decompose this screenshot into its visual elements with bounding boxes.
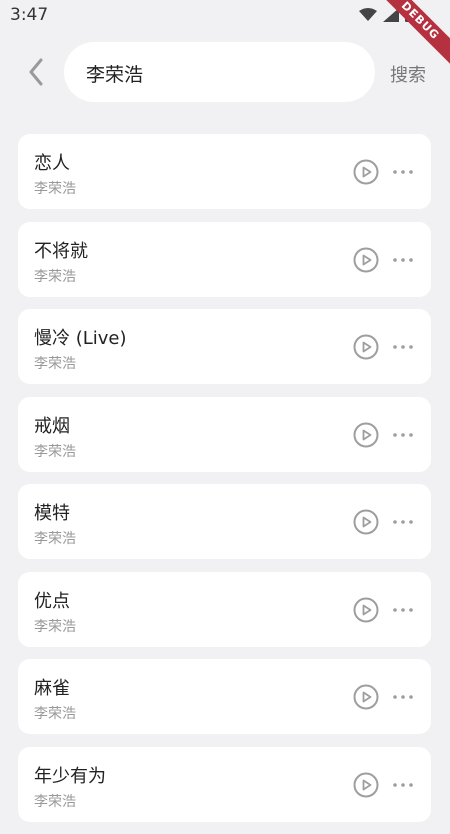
play-circle-icon[interactable]: [353, 334, 379, 360]
song-artist: 李荣浩: [34, 356, 76, 372]
play-circle-icon[interactable]: [353, 509, 379, 535]
song-artist: 李荣浩: [34, 618, 76, 635]
more-dots-icon[interactable]: [392, 253, 414, 267]
more-dots-icon[interactable]: [392, 778, 414, 792]
song-title: 恋人: [34, 153, 70, 174]
song-title: 麻雀: [34, 678, 70, 699]
more-dots-icon[interactable]: [392, 515, 414, 529]
more-dots-icon[interactable]: [392, 428, 414, 442]
more-dots-icon[interactable]: [392, 690, 414, 704]
play-circle-icon[interactable]: [353, 422, 379, 448]
song-list: 恋人 李荣浩 不将就 李荣浩 慢冷 (Live) 李荣浩 戒烟 李荣浩 模特 李…: [18, 134, 431, 834]
play-circle-icon[interactable]: [353, 684, 379, 710]
play-circle-icon[interactable]: [353, 159, 379, 185]
song-title: 模特: [34, 503, 70, 524]
song-title: 年少有为: [34, 765, 106, 787]
song-artist: 李荣浩: [34, 181, 76, 197]
wifi-icon: [359, 7, 377, 21]
song-artist: 李荣浩: [34, 268, 76, 285]
song-card[interactable]: 不将就 李荣浩: [18, 221, 431, 297]
more-dots-icon[interactable]: [392, 165, 414, 179]
song-title: 优点: [34, 590, 70, 612]
search-button[interactable]: 搜索: [390, 61, 426, 87]
song-artist: 李荣浩: [34, 706, 76, 722]
status-time: 3:47: [10, 5, 49, 25]
song-card[interactable]: 优点 李荣浩: [18, 571, 431, 647]
song-card[interactable]: 恋人 李荣浩: [18, 134, 431, 209]
song-artist: 李荣浩: [34, 793, 76, 810]
song-title: 慢冷 (Live): [34, 328, 127, 349]
more-dots-icon[interactable]: [392, 603, 414, 617]
song-artist: 李荣浩: [34, 443, 76, 460]
song-card[interactable]: 麻雀 李荣浩: [18, 659, 431, 734]
song-artist: 李荣浩: [34, 531, 76, 547]
back-button[interactable]: [18, 54, 54, 90]
search-input[interactable]: [84, 42, 358, 104]
song-card[interactable]: 慢冷 (Live) 李荣浩: [18, 309, 431, 384]
song-card[interactable]: 年少有为 李荣浩: [18, 746, 431, 822]
chevron-left-icon: [29, 58, 43, 86]
song-card[interactable]: 戒烟 李荣浩: [18, 396, 431, 472]
search-header: 搜索: [0, 42, 450, 104]
play-circle-icon[interactable]: [353, 247, 379, 273]
song-title: 不将就: [34, 240, 88, 262]
search-box: [64, 42, 375, 104]
play-circle-icon[interactable]: [353, 597, 379, 623]
song-card[interactable]: 模特 李荣浩: [18, 484, 431, 559]
play-circle-icon[interactable]: [353, 772, 379, 798]
more-dots-icon[interactable]: [392, 340, 414, 354]
status-bar: 3:47: [0, 0, 450, 32]
song-title: 戒烟: [34, 415, 70, 437]
